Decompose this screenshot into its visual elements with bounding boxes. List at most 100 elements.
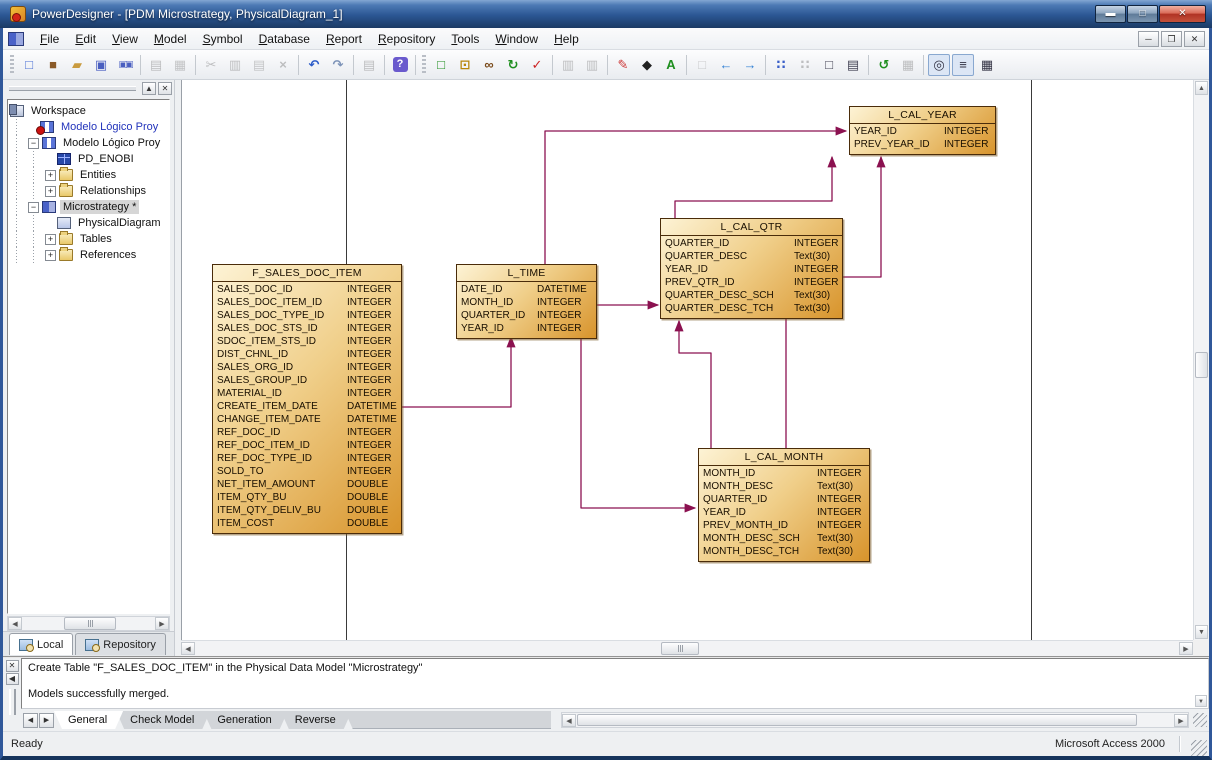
- tree-item-references[interactable]: +References: [8, 247, 169, 263]
- scroll-thumb[interactable]: [661, 642, 699, 655]
- expand-icon[interactable]: +: [45, 170, 56, 181]
- repository-synchronize-icon[interactable]: ↺: [873, 54, 895, 76]
- output-drag-grip[interactable]: [9, 689, 16, 715]
- panel-close-button[interactable]: ✕: [158, 82, 172, 95]
- print-icon[interactable]: ▦: [169, 54, 191, 76]
- scroll-down-arrow[interactable]: ▼: [1195, 695, 1207, 707]
- menu-symbol[interactable]: Symbol: [195, 29, 251, 49]
- go-forward-icon[interactable]: →: [739, 54, 761, 76]
- canvas-vertical-scrollbar[interactable]: ▲ ▼: [1193, 80, 1209, 640]
- scroll-left-arrow[interactable]: ◀: [8, 617, 22, 630]
- scroll-thumb[interactable]: [1195, 352, 1208, 378]
- text-notes-view-icon[interactable]: ≡: [952, 54, 974, 76]
- cut-icon[interactable]: ✂: [200, 54, 222, 76]
- tree-item-workspace[interactable]: Workspace: [8, 103, 169, 119]
- diagram-canvas[interactable]: F_SALES_DOC_ITEMSALES_DOC_IDINTEGERSALES…: [181, 80, 1193, 640]
- output-tab-generation[interactable]: Generation: [203, 711, 287, 729]
- check-model-icon[interactable]: ✓: [526, 54, 548, 76]
- find-objects-icon[interactable]: ∞: [478, 54, 500, 76]
- panel-drag-grip[interactable]: [9, 86, 136, 91]
- new-diagram-icon[interactable]: □: [430, 54, 452, 76]
- menu-view[interactable]: View: [104, 29, 146, 49]
- dependencies-window-icon[interactable]: ∷: [794, 54, 816, 76]
- tree-item-relationships[interactable]: +Relationships: [8, 183, 169, 199]
- scroll-right-arrow[interactable]: ▶: [1179, 642, 1193, 655]
- paste-icon[interactable]: ▤: [248, 54, 270, 76]
- blank-page-icon[interactable]: □: [691, 54, 713, 76]
- go-back-icon[interactable]: ←: [715, 54, 737, 76]
- help-icon[interactable]: ?: [389, 54, 411, 76]
- title-bar[interactable]: PowerDesigner - [PDM Microstrategy, Phys…: [0, 0, 1212, 28]
- scroll-right-arrow[interactable]: ▶: [1174, 714, 1188, 727]
- menu-repository[interactable]: Repository: [370, 29, 443, 49]
- ref-l_cal_month-l_cal_qtr[interactable]: [679, 321, 711, 448]
- collapse-icon[interactable]: −: [28, 202, 39, 213]
- scroll-left-arrow[interactable]: ◀: [181, 642, 195, 655]
- expand-icon[interactable]: +: [45, 250, 56, 261]
- properties-icon[interactable]: ▤: [358, 54, 380, 76]
- save-icon[interactable]: ▣: [90, 54, 112, 76]
- tree-item-pd-enobi[interactable]: PD_ENOBI: [8, 151, 169, 167]
- canvas-horizontal-scrollbar[interactable]: ◀ ▶: [181, 640, 1193, 656]
- print-preview-icon[interactable]: ▤: [145, 54, 167, 76]
- tab-repository[interactable]: Repository: [75, 633, 166, 655]
- table-l_time[interactable]: L_TIMEDATE_IDDATETIMEMONTH_IDINTEGERQUAR…: [456, 264, 597, 339]
- window-resize-grip[interactable]: [1191, 740, 1207, 756]
- fill-tool-icon[interactable]: ◆: [636, 54, 658, 76]
- expand-icon[interactable]: +: [45, 234, 56, 245]
- toolbar-grip[interactable]: [10, 55, 14, 75]
- menu-help[interactable]: Help: [546, 29, 587, 49]
- ref-l_cal_qtr-l_cal_year[interactable]: [675, 157, 832, 218]
- save-all-icon[interactable]: ▣▣: [114, 54, 136, 76]
- new-model-icon[interactable]: ■: [42, 54, 64, 76]
- table-f_sales_doc_item[interactable]: F_SALES_DOC_ITEMSALES_DOC_IDINTEGERSALES…: [212, 264, 402, 534]
- tree-item-microstrategy-[interactable]: −Microstrategy *: [8, 199, 169, 215]
- menu-report[interactable]: Report: [318, 29, 370, 49]
- menu-window[interactable]: Window: [487, 29, 546, 49]
- output-tab-check-model[interactable]: Check Model: [116, 711, 210, 729]
- scroll-left-arrow[interactable]: ◀: [562, 714, 576, 727]
- menu-edit[interactable]: Edit: [67, 29, 104, 49]
- redo-icon[interactable]: ↷: [327, 54, 349, 76]
- minimize-button[interactable]: ▬: [1095, 5, 1126, 23]
- output-window-icon[interactable]: □: [818, 54, 840, 76]
- output-collapse-button[interactable]: ◀: [6, 673, 19, 685]
- tree-item-physicaldiagram[interactable]: PhysicalDiagram: [8, 215, 169, 231]
- tree-item-entities[interactable]: +Entities: [8, 167, 169, 183]
- browser-window-icon[interactable]: ∷: [770, 54, 792, 76]
- close-button[interactable]: ✕: [1159, 5, 1206, 23]
- scroll-down-arrow[interactable]: ▼: [1195, 625, 1208, 639]
- menu-tools[interactable]: Tools: [443, 29, 487, 49]
- browser-panel-header[interactable]: ▲ ✕: [3, 80, 174, 97]
- grid-view-icon[interactable]: ▦: [976, 54, 998, 76]
- menu-file[interactable]: File: [32, 29, 67, 49]
- refresh-model-icon[interactable]: ↻: [502, 54, 524, 76]
- output-tab-general[interactable]: General: [54, 711, 123, 729]
- menu-database[interactable]: Database: [251, 29, 318, 49]
- panel-resize-grip[interactable]: [1193, 713, 1207, 727]
- ref-l_time-l_cal_month[interactable]: [581, 338, 695, 508]
- scroll-up-arrow[interactable]: ▲: [1195, 81, 1208, 95]
- mdi-restore-button[interactable]: ❐: [1161, 31, 1182, 47]
- collapse-icon[interactable]: −: [28, 138, 39, 149]
- tabs-scroll-left-arrow[interactable]: ◀: [23, 713, 38, 728]
- scroll-thumb[interactable]: [577, 714, 1137, 726]
- tree-item-tables[interactable]: +Tables: [8, 231, 169, 247]
- zoom-page-view-icon[interactable]: ◎: [928, 54, 950, 76]
- scroll-thumb[interactable]: [64, 617, 116, 630]
- compare-model-icon[interactable]: ▥: [581, 54, 603, 76]
- tree-item-modelo-l-gico-proy[interactable]: −Modelo Lógico Proy: [8, 135, 169, 151]
- output-horizontal-scrollbar[interactable]: ◀ ▶: [561, 712, 1189, 728]
- output-messages[interactable]: Create Table "F_SALES_DOC_ITEM" in the P…: [21, 658, 1209, 709]
- paste-special-icon[interactable]: ⊡: [454, 54, 476, 76]
- mdi-close-button[interactable]: ✕: [1184, 31, 1205, 47]
- open-icon[interactable]: ▰: [66, 54, 88, 76]
- output-close-button[interactable]: ✕: [6, 660, 19, 672]
- panel-collapse-button[interactable]: ▲: [142, 82, 156, 95]
- mdi-minimize-button[interactable]: ─: [1138, 31, 1159, 47]
- output-tab-reverse[interactable]: Reverse: [281, 711, 352, 729]
- tree-item-modelo-l-gico-proy[interactable]: Modelo Lógico Proy: [8, 119, 169, 135]
- result-list-window-icon[interactable]: ▤: [842, 54, 864, 76]
- mdi-system-icon[interactable]: [8, 32, 24, 46]
- tab-local[interactable]: Local: [9, 633, 73, 655]
